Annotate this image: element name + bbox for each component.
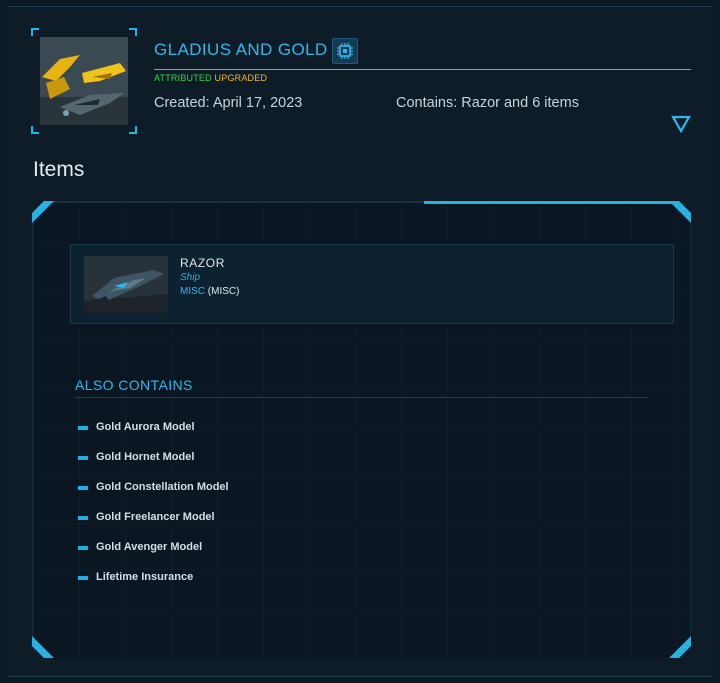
corner-bracket [129,126,137,134]
bullet-icon [78,576,88,580]
status-badges: ATTRIBUTED UPGRADED [154,73,267,83]
created-date: Created: April 17, 2023 [154,95,303,111]
list-item: Gold Freelancer Model [78,511,229,541]
list-item: Gold Hornet Model [78,451,229,481]
item-card-razor[interactable]: RAZOR Ship MISC (MISC) [70,244,674,324]
panel-corner-bottom-left [32,632,58,658]
list-item: Lifetime Insurance [78,571,229,601]
list-item: Gold Aurora Model [78,421,229,451]
package-thumbnail[interactable] [31,28,137,134]
attributed-badge: ATTRIBUTED [154,73,212,83]
items-heading: Items [33,158,85,181]
also-contains-title: ALSO CONTAINS [75,377,193,393]
bullet-icon [78,546,88,550]
item-type: Ship [180,272,201,283]
chevron-down-icon[interactable] [671,115,691,134]
item-name: RAZOR [180,256,225,270]
corner-bracket [31,28,39,36]
bullet-icon [78,456,88,460]
manufacturer-link[interactable]: MISC [180,286,205,297]
package-title: GLADIUS AND GOLD [154,40,328,59]
manufacturer-code: (MISC) [207,286,240,297]
package-image [40,37,128,125]
panel-corner-bottom-right [665,632,691,658]
panel-top-highlight [424,201,691,204]
ship-models-image [40,37,128,125]
corner-bracket [129,28,137,36]
bullet-icon [78,426,88,430]
item-manufacturer: MISC (MISC) [180,286,239,297]
chip-icon [332,38,358,64]
panel-corner-top-left [32,201,58,227]
also-contains-list: Gold Aurora Model Gold Hornet Model Gold… [78,421,229,601]
title-divider [154,69,691,70]
contains-summary: Contains: Razor and 6 items [396,95,579,111]
bullet-icon [78,486,88,490]
panel-corner-top-right [665,201,691,227]
list-item: Gold Constellation Model [78,481,229,511]
upgraded-badge: UPGRADED [214,73,268,83]
bullet-icon [78,516,88,520]
ship-image [84,256,168,313]
list-item: Gold Avenger Model [78,541,229,571]
also-contains-divider [75,397,648,398]
corner-bracket [31,126,39,134]
